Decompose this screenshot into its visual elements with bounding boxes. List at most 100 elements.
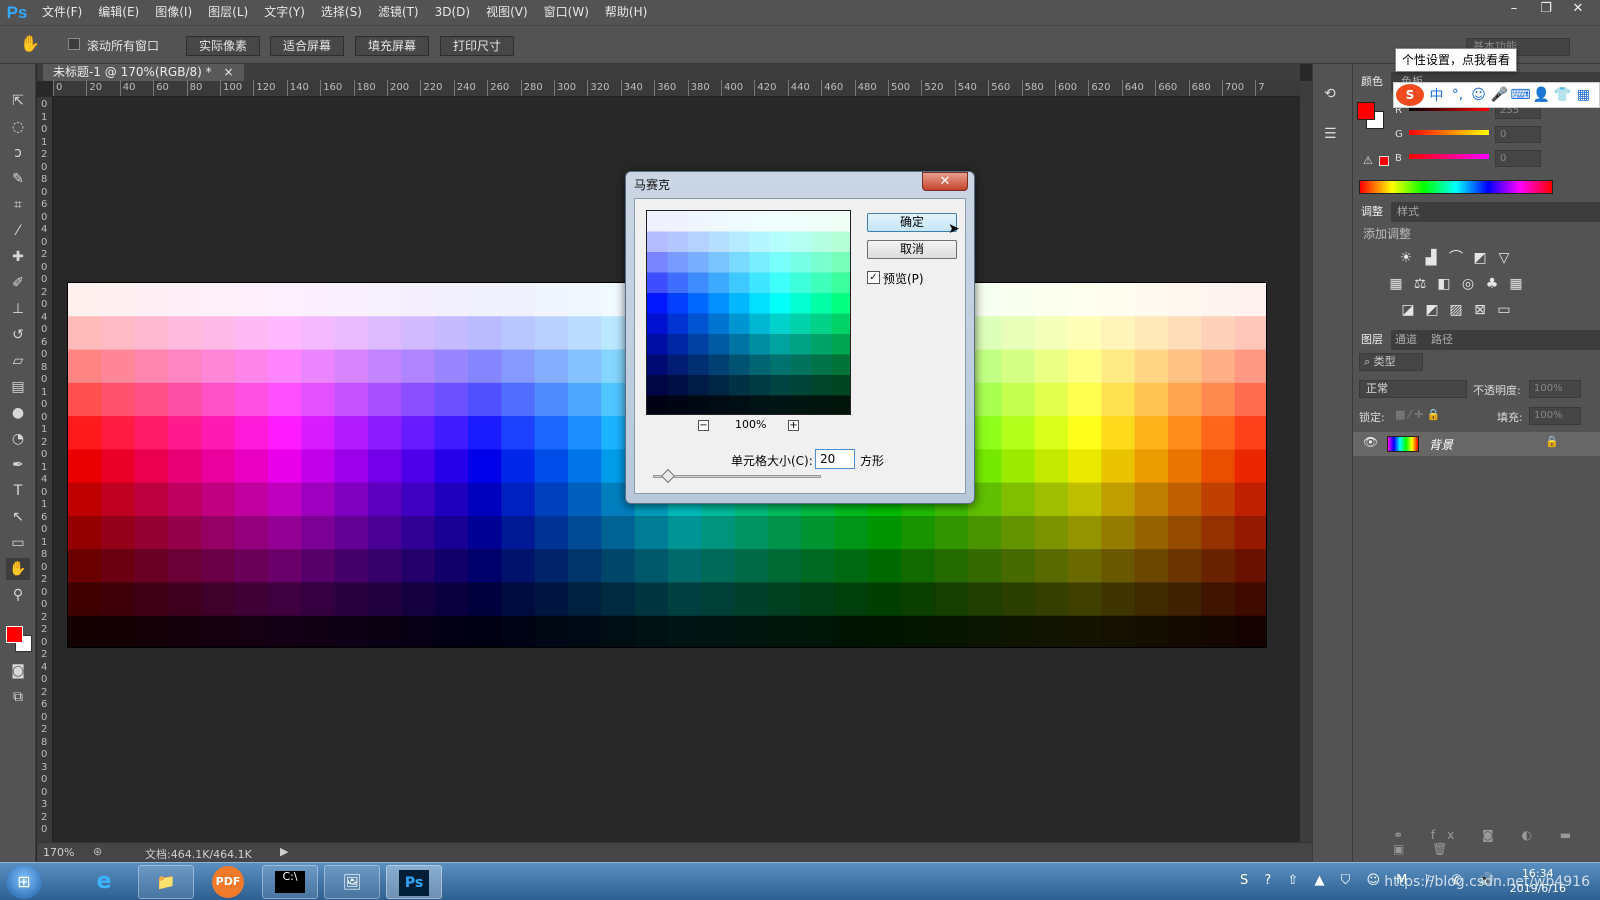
eyedropper-tool-icon[interactable]: ⁄ — [6, 220, 30, 242]
dialog-preview[interactable] — [646, 210, 851, 415]
photo-filter-adjust-icon[interactable]: ◎ — [1459, 275, 1477, 293]
quick-mask-icon[interactable]: ◙ — [6, 660, 30, 682]
curves-adjust-icon[interactable]: ⌒ — [1447, 249, 1465, 267]
bw-adjust-icon[interactable]: ◧ — [1435, 275, 1453, 293]
menu-file[interactable]: 文件(F) — [34, 0, 90, 25]
lasso-tool-icon[interactable]: ↄ — [6, 142, 30, 164]
cmd-app-icon[interactable]: C:\ — [262, 865, 318, 899]
photoshop-taskbar-icon[interactable]: Ps — [386, 865, 442, 899]
scroll-all-windows-checkbox[interactable] — [68, 38, 80, 50]
ime-voice-icon[interactable]: 🎤 — [1489, 87, 1510, 103]
lookup-adjust-icon[interactable]: ▦ — [1507, 275, 1525, 293]
rectangle-tool-icon[interactable]: ▭ — [6, 532, 30, 554]
stamp-tool-icon[interactable]: ⊥ — [6, 298, 30, 320]
channel-g-slider[interactable] — [1409, 130, 1489, 135]
ime-emoji-icon[interactable]: ☺ — [1468, 87, 1489, 103]
actual-pixels-button[interactable]: 实际像素 — [186, 36, 260, 56]
fill-screen-button[interactable]: 填充屏幕 — [355, 36, 429, 56]
restore-button[interactable]: ❐ — [1530, 0, 1562, 20]
menu-image[interactable]: 图像(I) — [147, 0, 200, 25]
photo-viewer-icon[interactable]: 🖼 — [324, 865, 380, 899]
blur-tool-icon[interactable]: ● — [6, 402, 30, 424]
fit-screen-button[interactable]: 适合屏幕 — [270, 36, 344, 56]
gamut-warning-icon[interactable]: ⚠ — [1363, 154, 1373, 167]
brightness-adjust-icon[interactable]: ☀ — [1397, 249, 1415, 267]
healing-tool-icon[interactable]: ✚ — [6, 246, 30, 268]
path-select-tool-icon[interactable]: ↖ — [6, 506, 30, 528]
eraser-tool-icon[interactable]: ▱ — [6, 350, 30, 372]
status-info-icon[interactable]: ⊛ — [93, 845, 102, 858]
document-tab-close-icon[interactable]: × — [223, 65, 233, 79]
tab-styles[interactable]: 样式 — [1389, 202, 1427, 222]
ok-button[interactable]: 确定 — [867, 213, 957, 232]
move-tool-icon[interactable]: ⇱ — [6, 90, 30, 112]
pdf-app-icon[interactable]: PDF — [200, 865, 256, 899]
marquee-tool-icon[interactable]: ◌ — [6, 116, 30, 138]
gradient-map-adjust-icon[interactable]: ▭ — [1495, 301, 1513, 319]
dodge-tool-icon[interactable]: ◔ — [6, 428, 30, 450]
vertical-scrollbar[interactable] — [1300, 81, 1312, 842]
minimize-button[interactable]: – — [1498, 0, 1530, 20]
sogou-logo-icon[interactable]: S — [1396, 84, 1424, 106]
fill-input[interactable]: 100% — [1529, 407, 1581, 425]
layer-filter-select[interactable]: ⌕ 类型 — [1359, 353, 1423, 371]
ime-user-icon[interactable]: 👤 — [1531, 87, 1552, 103]
preview-checkbox[interactable]: ✓ — [867, 271, 880, 284]
menu-select[interactable]: 选择(S) — [313, 0, 370, 25]
zoom-in-button[interactable]: + — [788, 420, 799, 431]
color-panel-foreground[interactable] — [1357, 102, 1375, 120]
hue-adjust-icon[interactable]: ▦ — [1387, 275, 1405, 293]
tab-layers[interactable]: 图层 — [1353, 330, 1391, 350]
cell-size-slider-thumb[interactable] — [660, 468, 676, 484]
hand-tool-preset-icon[interactable]: ✋ — [20, 34, 40, 53]
close-button[interactable]: ✕ — [1562, 0, 1594, 20]
tab-adjustments[interactable]: 调整 — [1353, 202, 1391, 222]
crop-tool-icon[interactable]: ⌗ — [6, 194, 30, 216]
menu-view[interactable]: 视图(V) — [478, 0, 536, 25]
hand-tool-icon[interactable]: ✋ — [6, 558, 30, 580]
channel-g-value[interactable]: 0 — [1495, 126, 1541, 143]
ie-browser-icon[interactable]: e — [76, 865, 132, 899]
start-button-icon[interactable]: ⊞ — [6, 865, 42, 899]
cancel-button[interactable]: 取消 — [867, 240, 957, 259]
zoom-out-button[interactable]: − — [698, 420, 709, 431]
ime-toolbox-icon[interactable]: ▦ — [1573, 87, 1594, 103]
history-brush-tool-icon[interactable]: ↺ — [6, 324, 30, 346]
channel-mixer-adjust-icon[interactable]: ♣ — [1483, 275, 1501, 293]
cell-size-slider[interactable] — [653, 475, 821, 478]
menu-window[interactable]: 窗口(W) — [536, 0, 597, 25]
layer-footer-icons[interactable]: ⚭ fx ◙ ◐ ▬ ▣ 🗑 — [1393, 828, 1600, 856]
opacity-input[interactable]: 100% — [1529, 380, 1581, 398]
file-explorer-icon[interactable]: 📁 — [138, 865, 194, 899]
layer-row-background[interactable]: 👁 背景 🔒 — [1353, 432, 1600, 456]
properties-panel-icon[interactable]: ☰ — [1324, 126, 1337, 142]
ime-keyboard-icon[interactable]: ⌨ — [1510, 87, 1531, 103]
lock-icons[interactable]: ▦ ⁄ ✛ 🔒 — [1395, 408, 1441, 421]
brush-tool-icon[interactable]: ✐ — [6, 272, 30, 294]
document-tab[interactable]: 未标题-1 @ 170%(RGB/8) * × — [43, 64, 244, 81]
status-menu-arrow-icon[interactable]: ▶ — [280, 845, 288, 858]
layer-visibility-eye-icon[interactable]: 👁 — [1363, 435, 1378, 449]
channel-b-slider[interactable] — [1409, 154, 1489, 159]
selective-color-adjust-icon[interactable]: ⊠ — [1471, 301, 1489, 319]
gradient-tool-icon[interactable]: ▤ — [6, 376, 30, 398]
vibrance-adjust-icon[interactable]: ▽ — [1495, 249, 1513, 267]
color-spectrum-bar[interactable] — [1359, 180, 1553, 194]
menu-layer[interactable]: 图层(L) — [200, 0, 256, 25]
exposure-adjust-icon[interactable]: ◩ — [1471, 249, 1489, 267]
zoom-level[interactable]: 170% — [43, 846, 74, 859]
cell-size-input[interactable]: 20 — [815, 449, 855, 469]
layer-name[interactable]: 背景 — [1429, 436, 1453, 453]
menu-help[interactable]: 帮助(H) — [597, 0, 655, 25]
tab-paths[interactable]: 路径 — [1423, 330, 1461, 350]
menu-edit[interactable]: 编辑(E) — [90, 0, 147, 25]
dialog-close-button[interactable]: ✕ — [922, 172, 968, 191]
screen-mode-icon[interactable]: ⧉ — [6, 686, 30, 708]
threshold-adjust-icon[interactable]: ▨ — [1447, 301, 1465, 319]
tab-color[interactable]: 颜色 — [1353, 72, 1391, 92]
zoom-tool-icon[interactable]: ⚲ — [6, 584, 30, 606]
type-tool-icon[interactable]: T — [6, 480, 30, 502]
gamut-swatch[interactable] — [1379, 156, 1389, 166]
ime-chinese-mode[interactable]: 中 — [1426, 85, 1447, 105]
ime-skin-icon[interactable]: 👕 — [1552, 87, 1573, 103]
